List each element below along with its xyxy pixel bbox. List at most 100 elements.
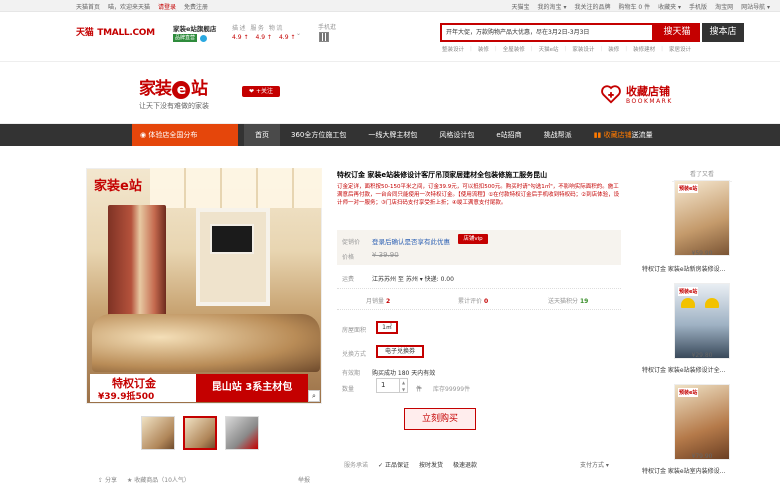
also-viewed-tag: 预装e站 — [678, 388, 699, 397]
heart-plus-icon[interactable] — [600, 83, 622, 105]
nav-item-design[interactable]: 风格设计包 — [428, 124, 485, 146]
thumbnail[interactable] — [141, 416, 175, 450]
also-viewed-price: ¥29.80 — [691, 352, 713, 359]
hotword[interactable]: 家装设计 — [572, 45, 594, 53]
also-viewed-image[interactable]: 预装e站 — [674, 384, 730, 460]
commit-refund[interactable]: 极速退款 — [453, 460, 477, 469]
shop-badge: 品牌直营 — [173, 34, 197, 42]
thumbnail[interactable] — [225, 416, 259, 450]
search-input[interactable]: 开年大促，万款购物产品大优惠，尽在3月2日-3月3日 — [440, 23, 654, 42]
login-link[interactable]: 请登录 — [158, 2, 176, 11]
shop-logo-b: 站 — [191, 79, 208, 99]
commit-ontime[interactable]: 按时发货 — [419, 460, 443, 469]
shipping-label: 运费 — [342, 276, 355, 283]
promo-label: 促销价 — [342, 239, 361, 246]
also-viewed-tag: 预装e站 — [678, 184, 699, 193]
stat-points: 送天猫积分 19 — [548, 296, 588, 305]
nav-item-franchise[interactable]: e站招商 — [485, 124, 532, 146]
hotword[interactable]: 装修建材 — [633, 45, 655, 53]
also-viewed-name[interactable]: 特权订金 家装e站新房装修设... — [642, 264, 762, 273]
payment-methods-dropdown[interactable]: 支付方式 ▾ — [580, 460, 609, 469]
followed-brands-link[interactable]: 我关注的品牌 — [574, 2, 610, 11]
zoom-icon[interactable]: ⌕ — [308, 390, 320, 402]
also-viewed-name[interactable]: 特权订金 家装e站室内装修设... — [642, 466, 762, 475]
search-tmall-button[interactable]: 搜天猫 — [654, 23, 700, 42]
stat-value: 2 — [385, 298, 391, 305]
also-viewed-name[interactable]: 特权订金 家装e站装修设计全... — [642, 365, 762, 374]
area-option-1sqm[interactable]: 1㎡ — [376, 321, 398, 334]
cart-link[interactable]: 购物车 0 件 — [618, 2, 650, 11]
product-description: 订金定详，面积按50-150平米之间，订金39.9元，可以抵扣500元。购买时请… — [337, 184, 620, 206]
also-viewed-image[interactable]: 预装e站 — [674, 180, 730, 256]
shop-slogan: 让天下没有难做的家装 — [139, 102, 209, 110]
favorite-button[interactable]: ★ 收藏商品（10人气） — [127, 475, 190, 484]
bookmark-shop-title[interactable]: 收藏店铺 — [626, 83, 670, 99]
stat-value: 0 — [483, 298, 489, 305]
shop-vip-badge[interactable]: 店铺vip — [458, 234, 488, 244]
hotword[interactable]: 装修 — [608, 45, 619, 53]
share-icon: ⇪ — [98, 477, 104, 484]
also-viewed-tag: 预装e站 — [678, 287, 699, 296]
shop-logo-e: e — [172, 81, 190, 99]
nav-hot-b: 送流量 — [631, 131, 653, 139]
stat-reviews[interactable]: 累计评价 0 — [458, 296, 488, 305]
tmall-bao-link[interactable]: 天猫宝 — [512, 2, 530, 11]
store-location-button[interactable]: ◉ 体验店全国分布 — [132, 124, 238, 146]
taobao-link[interactable]: 淘宝网 — [715, 2, 733, 11]
my-taobao-link[interactable]: 我的淘宝 ▾ — [538, 2, 567, 11]
hotword[interactable]: 全屋装修 — [503, 45, 525, 53]
hotword[interactable]: 整装设计 — [442, 45, 464, 53]
quantity-input[interactable]: 1 — [376, 378, 400, 393]
chevron-down-icon[interactable]: ⌄ — [296, 30, 301, 37]
favorite-label: 收藏商品（10人气） — [134, 477, 190, 484]
shipping-value[interactable]: 江苏苏州 至 苏州 ▾ 快递: 0.00 — [372, 274, 454, 283]
search-shop-button[interactable]: 搜本店 — [702, 23, 744, 42]
hotword[interactable]: 天猫e站 — [539, 45, 559, 53]
mobile-link[interactable]: 手机版 — [689, 2, 707, 11]
hotword[interactable]: 家居设计 — [669, 45, 691, 53]
nav-item-challenge[interactable]: 挑战帮派 — [533, 124, 583, 146]
nav-item-home[interactable]: 首页 — [244, 124, 280, 146]
quantity-stepper[interactable]: ▲ ▼ — [400, 378, 408, 393]
nav-item-construction[interactable]: 360全方位施工包 — [280, 124, 357, 146]
score-logistics: 4.9 ↑ — [278, 34, 296, 41]
register-link[interactable]: 免费注册 — [184, 2, 208, 11]
hotword[interactable]: 装修 — [478, 45, 489, 53]
tmall-home-link[interactable]: 天猫首页 — [76, 2, 100, 11]
buy-now-button[interactable]: 立刻购买 — [404, 408, 476, 430]
shop-logo[interactable]: 家装 e 站 — [139, 74, 208, 99]
shop-name[interactable]: 家装e站旗舰店 — [173, 23, 216, 33]
hot-words: 整装设计 | 装修 | 全屋装修 | 天猫e站 | 家装设计 | 装修 | 装修建材 | 家居… — [442, 45, 692, 53]
qr-code-icon[interactable] — [319, 32, 329, 42]
shop-logo-a: 家装 — [139, 79, 172, 99]
also-viewed-image[interactable]: 预装e站 — [674, 283, 730, 359]
star-icon: ★ — [126, 477, 133, 484]
price-value: ¥ 39.90 — [372, 251, 399, 259]
commit-genuine[interactable]: ✓ 正品保证 — [378, 460, 409, 469]
bookmark-shop-sub: BOOKMARK — [626, 98, 673, 105]
promo-login-link[interactable]: 登录后确认是否享有此优惠 — [372, 236, 450, 246]
site-nav-link[interactable]: 网站导航 ▾ — [741, 2, 770, 11]
share-row: ⇪ 分享 ★ 收藏商品（10人气） — [98, 475, 190, 484]
service-commitments: 服务承诺 ✓ 正品保证 按时发货 极速退款 — [344, 460, 477, 469]
exchange-option-voucher[interactable]: 电子兑换券 — [376, 345, 424, 358]
welcome-text: 喵，欢迎来天猫 — [108, 4, 151, 11]
top-bar-left: 天猫首页 喵，欢迎来天猫 请登录 免费注册 — [76, 2, 208, 11]
favorites-link[interactable]: 收藏夹 ▾ — [658, 2, 681, 11]
exchange-label: 兑换方式 — [342, 351, 367, 358]
stat-value: 19 — [579, 298, 589, 305]
tmall-logo-sub: TMALL.COM — [97, 28, 155, 38]
wangwang-icon[interactable] — [200, 35, 207, 42]
score-desc: 4.9 ↑ — [232, 34, 249, 41]
nav-hot-a: 收藏店铺 — [603, 131, 632, 139]
nav-item-materials[interactable]: 一线大牌主材包 — [357, 124, 428, 146]
follow-button[interactable]: ❤ +关注 — [242, 86, 280, 97]
thumbnail-strip — [141, 416, 259, 450]
nav-item-bookmark-traffic[interactable]: ▮▮ 收藏店铺送流量 — [583, 124, 664, 146]
image-logo: 家装e站 — [94, 179, 142, 194]
report-link[interactable]: 举报 — [298, 475, 310, 484]
thumbnail-selected[interactable] — [183, 416, 217, 450]
share-button[interactable]: ⇪ 分享 — [98, 475, 117, 484]
tmall-logo[interactable]: 天猫 TMALL.COM — [76, 24, 155, 38]
image-tv-wall — [196, 208, 270, 306]
